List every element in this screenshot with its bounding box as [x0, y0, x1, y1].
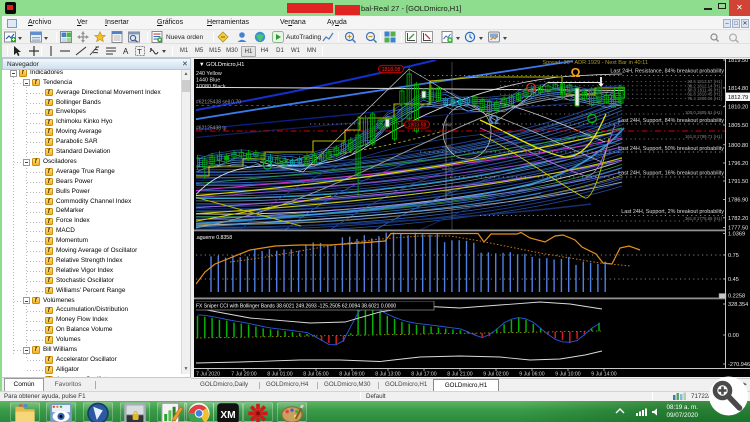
svg-text:Laguerre 0.8358: Laguerre 0.8358: [194, 235, 232, 241]
svg-text:0.75: 0.75: [728, 253, 739, 259]
svg-text:9 Jul 10:00: 9 Jul 10:00: [555, 372, 580, 378]
svg-text:100.0 1805.91 (H1): 100.0 1805.91 (H1): [685, 110, 723, 115]
svg-text:T: T: [137, 47, 142, 56]
svg-text:Last 24H, Support, 2% breakout: Last 24H, Support, 2% breakout probabili…: [621, 209, 724, 215]
svg-text:A: A: [123, 47, 129, 56]
svg-text:1803.58: 1803.58: [408, 123, 427, 129]
svg-text:FX Sniper CCI with Bollinger B: FX Sniper CCI with Bollinger Bands 38.60…: [196, 304, 396, 310]
svg-text:9 Jul 14:00: 9 Jul 14:00: [591, 372, 616, 378]
svg-text:#62125438 tp: #62125438 tp: [196, 126, 227, 132]
svg-text:1810.20: 1810.20: [728, 105, 748, 111]
svg-text:Last 24H, Support, 50% breakou: Last 24H, Support, 50% breakout probabil…: [618, 146, 724, 152]
svg-text:240 Yellow: 240 Yellow: [196, 71, 222, 77]
svg-text:328.354: 328.354: [728, 302, 748, 308]
svg-text:25: 25: [448, 145, 452, 149]
svg-text:76.4 1809.06 (H1): 76.4 1809.06 (H1): [687, 96, 722, 101]
svg-text:1800.80: 1800.80: [728, 143, 748, 149]
svg-text:-270.946: -270.946: [728, 362, 750, 368]
svg-text:7 Jul 2020: 7 Jul 2020: [196, 372, 220, 378]
svg-text:1791.50: 1791.50: [728, 179, 748, 185]
svg-text:9 Jul 02:00: 9 Jul 02:00: [483, 372, 508, 378]
svg-text:Ω: Ω: [489, 112, 499, 127]
svg-text:7 Jul 20:00: 7 Jul 20:00: [231, 372, 256, 378]
svg-text:▼ GOLDmicro,H1: ▼ GOLDmicro,H1: [199, 62, 244, 68]
svg-text:1818.08: 1818.08: [382, 67, 401, 73]
svg-text:#62125438 sell 0.70: #62125438 sell 0.70: [196, 100, 241, 106]
svg-text:25: 25: [448, 123, 452, 127]
svg-text:8 Jul 17:00: 8 Jul 17:00: [411, 372, 436, 378]
svg-text:1812.79: 1812.79: [728, 95, 748, 101]
svg-text:XM: XM: [220, 410, 235, 421]
svg-text:25: 25: [448, 167, 452, 171]
svg-text:1819.50: 1819.50: [728, 58, 748, 64]
svg-text:8 Jul 01:00: 8 Jul 01:00: [267, 372, 292, 378]
svg-text:1805.50: 1805.50: [728, 123, 748, 129]
svg-text:0.00: 0.00: [728, 333, 739, 339]
svg-text:Last 24H, Support, 84% breakou: Last 24H, Support, 84% breakout probabil…: [618, 118, 724, 124]
svg-text:Ω: Ω: [570, 66, 580, 80]
svg-text:1796.20: 1796.20: [728, 161, 748, 167]
svg-text:Spread: 36 - ADR:1929 - Next B: Spread: 36 - ADR:1929 - Next Bar in 40:1…: [542, 60, 648, 66]
svg-text:1782.20: 1782.20: [728, 216, 748, 222]
svg-text:1440 Blue: 1440 Blue: [196, 78, 220, 84]
svg-text:1.0369: 1.0369: [728, 232, 745, 238]
svg-text:361.8 1775.65 (H1): 361.8 1775.65 (H1): [685, 216, 723, 221]
svg-text:8 Jul 21:00: 8 Jul 21:00: [447, 372, 472, 378]
svg-text:Last 24H, Resistance, 84% brea: Last 24H, Resistance, 84% breakout proba…: [610, 69, 724, 75]
svg-text:8 Jul 09:00: 8 Jul 09:00: [339, 372, 364, 378]
svg-text:1786.90: 1786.90: [728, 197, 748, 203]
svg-text:161.8 1799.71 (H1): 161.8 1799.71 (H1): [685, 134, 723, 139]
svg-text:8 Jul 05:00: 8 Jul 05:00: [303, 372, 328, 378]
svg-text:10080 Black: 10080 Black: [196, 84, 226, 90]
svg-text:0.2258: 0.2258: [728, 294, 745, 300]
svg-text:25: 25: [448, 189, 452, 193]
svg-text:1814.80: 1814.80: [728, 86, 748, 92]
svg-text:9 Jul 06:00: 9 Jul 06:00: [519, 372, 544, 378]
svg-text:8 Jul 13:00: 8 Jul 13:00: [375, 372, 400, 378]
svg-text:Last 24H, Support, 16% breakou: Last 24H, Support, 16% breakout probabil…: [618, 171, 724, 177]
svg-text:0.45: 0.45: [728, 277, 739, 283]
